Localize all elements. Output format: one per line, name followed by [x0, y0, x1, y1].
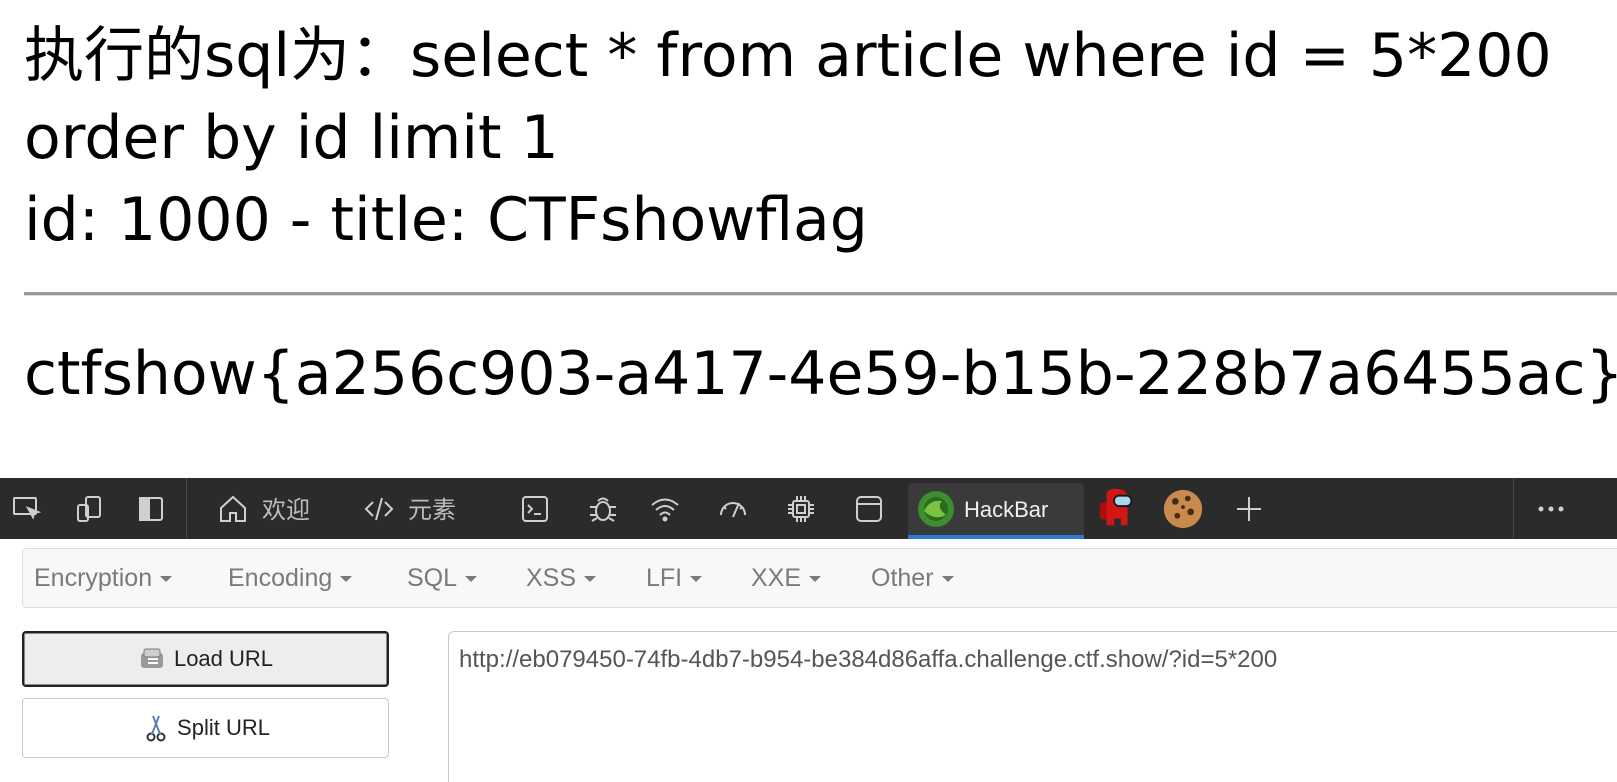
sql-query-line: 执行的sql为：select * from article where id =… [24, 21, 1552, 91]
result-line: id: 1000 - title: CTFshowflag [24, 185, 868, 255]
hackbar-logo-icon [916, 489, 956, 529]
home-icon[interactable] [216, 492, 250, 526]
console-icon[interactable] [518, 492, 552, 526]
url-input[interactable]: http://eb079450-74fb-4db7-b954-be384d86a… [448, 631, 1617, 782]
dock-icon[interactable] [134, 492, 168, 526]
menu-xss[interactable]: XSS [526, 563, 597, 593]
tab-separator [1513, 478, 1514, 539]
menu-encoding[interactable]: Encoding [228, 563, 353, 593]
memory-chip-icon[interactable] [784, 492, 818, 526]
caret-down-icon [160, 576, 173, 583]
devtools-tabstrip: 欢迎 元素 HackBar [0, 478, 1617, 539]
device-emulation-icon[interactable] [72, 492, 106, 526]
cookie-icon[interactable] [1160, 486, 1206, 532]
load-url-icon [138, 644, 168, 674]
more-icon[interactable] [1534, 492, 1568, 526]
inspect-icon[interactable] [10, 492, 44, 526]
devtools-panel: 欢迎 元素 HackBar Encryption Encoding SQL XS… [0, 478, 1617, 782]
menu-xxe-label: XXE [751, 564, 802, 592]
load-url-label: Load URL [173, 646, 274, 671]
caret-down-icon [465, 576, 478, 583]
among-us-icon[interactable] [1094, 486, 1140, 532]
caret-down-icon [690, 576, 703, 583]
split-url-button[interactable]: Split URL [22, 698, 389, 758]
plus-icon[interactable] [1232, 492, 1266, 526]
caret-down-icon [340, 576, 353, 583]
url-value: http://eb079450-74fb-4db7-b954-be384d86a… [459, 646, 1278, 673]
menu-lfi-label: LFI [646, 564, 683, 592]
debugger-bug-icon[interactable] [586, 492, 620, 526]
hackbar-tab-label: HackBar [964, 497, 1049, 522]
tab-separator [186, 478, 187, 539]
tab-elements[interactable]: 元素 [408, 495, 456, 525]
menu-encoding-label: Encoding [228, 564, 333, 592]
caret-down-icon [941, 576, 954, 583]
menu-encryption-label: Encryption [34, 564, 153, 592]
menu-encryption[interactable]: Encryption [34, 563, 173, 593]
menu-sql[interactable]: SQL [407, 563, 478, 593]
menu-other[interactable]: Other [871, 563, 954, 593]
network-wifi-icon[interactable] [648, 492, 682, 526]
scissors-icon [141, 713, 171, 743]
split-url-label: Split URL [177, 715, 270, 740]
active-tab-underline [908, 535, 1084, 539]
load-url-button[interactable]: Load URL [22, 631, 389, 687]
tab-welcome[interactable]: 欢迎 [262, 495, 310, 525]
performance-gauge-icon[interactable] [716, 492, 750, 526]
caret-down-icon [809, 576, 822, 583]
hackbar-menu-bar: Encryption Encoding SQL XSS LFI XXE Othe… [22, 548, 1617, 608]
menu-xss-label: XSS [526, 564, 577, 592]
menu-other-label: Other [871, 564, 934, 592]
sql-query-continuation: order by id limit 1 [24, 103, 559, 173]
menu-lfi[interactable]: LFI [646, 563, 703, 593]
flag-text: ctfshow{a256c903-a417-4e59-b15b-228b7a64… [24, 339, 1617, 409]
menu-xxe[interactable]: XXE [751, 563, 822, 593]
tab-hackbar[interactable]: HackBar [908, 483, 1084, 539]
menu-sql-label: SQL [407, 564, 458, 592]
application-panel-icon[interactable] [852, 492, 886, 526]
code-icon[interactable] [362, 492, 396, 526]
horizontal-rule [24, 292, 1617, 296]
caret-down-icon [584, 576, 597, 583]
